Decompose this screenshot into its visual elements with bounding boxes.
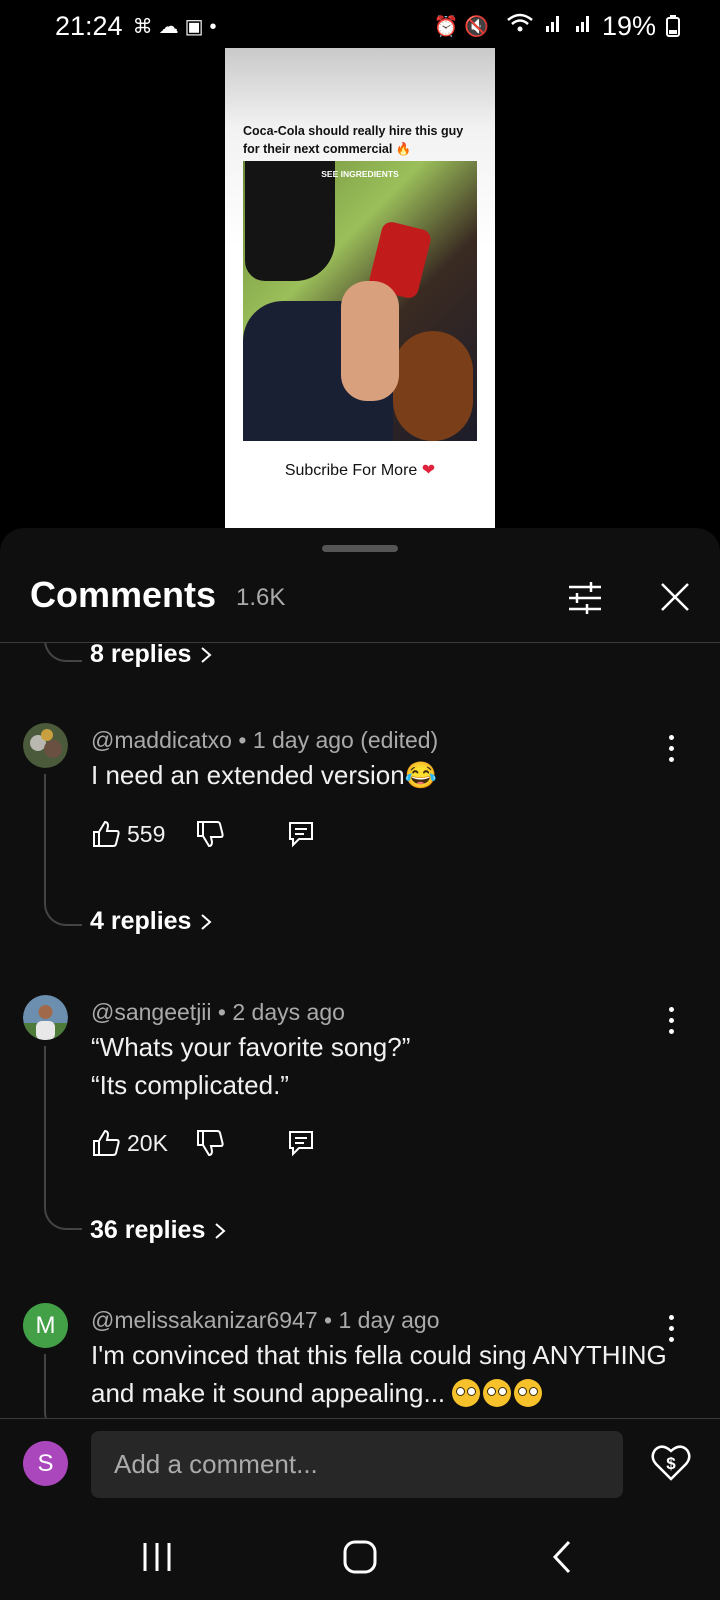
- replies-toggle[interactable]: 36 replies: [90, 1216, 227, 1245]
- avatar[interactable]: M: [23, 1303, 68, 1348]
- comment-time: 1 day ago: [338, 1307, 440, 1333]
- comment-meta: @sangeetjii • 2 days ago: [91, 999, 345, 1025]
- replies-toggle[interactable]: 8 replies: [90, 643, 213, 669]
- like-count: 20K: [127, 1129, 168, 1156]
- battery-level: 19%: [601, 10, 656, 41]
- thumbs-up-icon[interactable]: [91, 819, 121, 849]
- battery-icon: [666, 15, 680, 37]
- comment-time: 1 day ago (edited): [252, 727, 439, 753]
- comment-meta: @maddicatxo • 1 day ago (edited): [91, 727, 439, 753]
- back-icon[interactable]: [543, 1537, 583, 1577]
- comment-meta: @melissakanizar6947 • 1 day ago: [91, 1307, 440, 1333]
- alarm-icon: ⏰: [433, 16, 465, 38]
- comments-count: 1.6K: [236, 584, 286, 611]
- chevron-right-icon: [201, 646, 212, 663]
- comment-actions: 20K: [91, 1125, 313, 1161]
- close-icon[interactable]: [660, 582, 690, 612]
- thumbs-down-icon[interactable]: [195, 1128, 225, 1158]
- chevron-right-icon: [215, 1222, 226, 1239]
- comment-text: “Whats your favorite song?” “Its complic…: [91, 1032, 411, 1100]
- heart-dollar-icon[interactable]: $: [650, 1441, 692, 1483]
- comment-author[interactable]: @maddicatxo: [91, 727, 232, 753]
- dot-icon: •: [209, 15, 223, 38]
- user-avatar[interactable]: S: [23, 1441, 68, 1486]
- comment-input[interactable]: [91, 1431, 623, 1498]
- subscribe-text: Subcribe For More ❤: [284, 462, 436, 479]
- thread-line: [44, 1046, 82, 1230]
- thumbs-up-icon[interactable]: [91, 1128, 121, 1158]
- sliders-icon[interactable]: [567, 580, 603, 616]
- comments-title: Comments: [30, 574, 217, 615]
- like-count: 559: [127, 820, 166, 847]
- avatar[interactable]: [23, 995, 68, 1040]
- reply-icon[interactable]: [287, 1129, 315, 1157]
- recent-apps-icon[interactable]: [137, 1537, 177, 1577]
- heart-icon: ❤: [421, 462, 436, 479]
- thread-line: [44, 774, 82, 926]
- video-player[interactable]: Coca-Cola should really hire this guy fo…: [225, 48, 495, 530]
- flushed-emoji-icon: [452, 1379, 481, 1407]
- comment-actions: 559: [91, 816, 313, 852]
- cloud-icon: ☁: [158, 15, 185, 38]
- wifi-icon: [507, 13, 533, 32]
- comment-author[interactable]: @sangeetjii: [91, 999, 212, 1025]
- svg-text:$: $: [666, 1454, 676, 1473]
- avatar[interactable]: [23, 723, 68, 768]
- gallery-icon: ▣: [184, 15, 210, 38]
- comment-author[interactable]: @melissakanizar6947: [91, 1307, 318, 1333]
- flushed-emoji-icon: [514, 1379, 543, 1407]
- video-overlay-label: SEE INGREDIENTS: [321, 169, 399, 179]
- notification-icons: ⌘☁▣•: [133, 14, 223, 39]
- navigation-bar: [0, 1501, 720, 1600]
- comments-list[interactable]: 8 replies @maddicatxo • 1 day ago (edite…: [0, 643, 720, 1418]
- game-icon: ⌘: [132, 15, 159, 38]
- mute-icon: 🔇: [464, 16, 496, 38]
- replies-toggle[interactable]: 4 replies: [90, 907, 213, 936]
- signal-icon: [546, 16, 560, 32]
- comment-text: I'm convinced that this fella could sing…: [91, 1340, 667, 1408]
- comment-text: I need an extended version😂: [91, 760, 438, 790]
- video-frame: [243, 161, 477, 441]
- thread-line: [44, 1354, 82, 1418]
- drag-handle[interactable]: [322, 545, 398, 552]
- flushed-emoji-icon: [483, 1379, 512, 1407]
- reply-icon[interactable]: [287, 820, 315, 848]
- comments-header: Comments 1.6K: [0, 570, 720, 643]
- status-bar: 21:24 ⌘☁▣• ⏰🔇 19%: [0, 0, 720, 52]
- thumbs-down-icon[interactable]: [195, 819, 225, 849]
- comment-composer: S $: [0, 1419, 720, 1501]
- video-caption: Coca-Cola should really hire this guy fo…: [243, 124, 464, 156]
- chevron-right-icon: [201, 913, 212, 930]
- system-icons: ⏰🔇: [433, 13, 592, 39]
- signal-icon: [575, 16, 589, 32]
- comment-time: 2 days ago: [232, 999, 345, 1025]
- clock: 21:24: [55, 10, 123, 41]
- thread-line: [44, 643, 82, 662]
- home-icon[interactable]: [340, 1537, 380, 1577]
